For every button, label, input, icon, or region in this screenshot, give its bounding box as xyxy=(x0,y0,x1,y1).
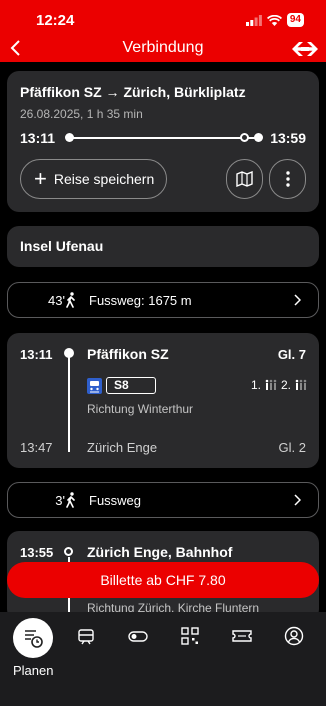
leg-arrival-platform: Gl. 2 xyxy=(278,440,306,455)
leg-from-station: Zürich Enge, Bahnhof xyxy=(87,544,233,560)
chevron-right-icon xyxy=(294,494,301,506)
tab-bar: Planen xyxy=(0,612,326,706)
ticket-icon[interactable] xyxy=(231,625,253,647)
walking-icon xyxy=(66,492,75,508)
arrival-time: 13:59 xyxy=(270,130,306,146)
leg-timeline xyxy=(68,352,70,452)
leg-departure-platform: Gl. 7 xyxy=(277,347,306,362)
timetable-icon xyxy=(25,630,43,648)
sbb-logo-icon xyxy=(292,42,318,56)
train-icon xyxy=(87,378,102,394)
buy-ticket-button[interactable]: Billette ab CHF 7.80 xyxy=(7,562,319,598)
leg-departure-time: 13:55 xyxy=(20,545,54,560)
occupancy-icon xyxy=(265,379,277,390)
occupancy-icon xyxy=(295,379,307,390)
map-icon xyxy=(235,171,253,187)
wifi-icon xyxy=(266,14,282,26)
timeline-stop-dot xyxy=(240,133,249,142)
more-vertical-icon xyxy=(285,171,290,187)
leg-start-dot xyxy=(64,547,73,556)
walking-icon xyxy=(66,292,75,308)
departure-time: 13:11 xyxy=(20,130,56,146)
walk-segment-2[interactable]: 3' Fussweg xyxy=(7,482,319,518)
line-badge: S8 xyxy=(106,377,156,394)
qr-code-icon[interactable] xyxy=(179,625,201,647)
timeline-bar xyxy=(70,137,259,139)
timeline-start-dot xyxy=(65,133,74,142)
tab-planen[interactable] xyxy=(13,618,53,658)
map-button[interactable] xyxy=(226,159,263,199)
leg-departure-time: 13:11 xyxy=(20,347,53,362)
connection-summary-card: Pfäffikon SZ → Zürich, Bürkliplatz 26.08… xyxy=(7,71,319,212)
status-bar: 12:24 94 xyxy=(0,0,326,36)
route-title: Pfäffikon SZ → Zürich, Bürkliplatz xyxy=(20,84,246,100)
walk-description: Fussweg xyxy=(89,493,142,508)
second-class-label: 2. xyxy=(280,378,291,392)
tab-planen-label: Planen xyxy=(13,663,54,678)
plus-icon: + xyxy=(34,166,47,191)
leg-start-dot xyxy=(64,348,74,358)
status-icons: 94 xyxy=(245,13,304,27)
nav-bar: Verbindung xyxy=(0,36,326,62)
page-title: Verbindung xyxy=(122,39,204,56)
leg-direction: Richtung Winterthur xyxy=(87,402,194,416)
train-station-icon[interactable] xyxy=(75,625,97,647)
signal-icon xyxy=(245,14,262,26)
first-class-label: 1. xyxy=(250,378,261,392)
walk-description: Fussweg: 1675 m xyxy=(89,293,192,308)
profile-icon[interactable] xyxy=(283,625,305,647)
status-time: 12:24 xyxy=(36,12,75,29)
origin-stop-title: Insel Ufenau xyxy=(20,238,104,254)
timeline-end-dot xyxy=(254,133,263,142)
train-leg-card[interactable]: 13:11 Pfäffikon SZ Gl. 7 S8 1. 2. Richtu… xyxy=(7,333,319,468)
route-meta: 26.08.2025, 1 h 35 min xyxy=(20,107,143,121)
leg-to-station: Zürich Enge xyxy=(87,440,158,455)
leg-arrival-time: 13:47 xyxy=(20,440,53,455)
origin-stop-card: Insel Ufenau xyxy=(7,226,319,267)
save-journey-button[interactable]: + Reise speichern xyxy=(20,159,167,199)
occupancy-info: 1. 2. xyxy=(251,378,307,392)
chevron-right-icon xyxy=(294,294,301,306)
walk-minutes: 43' xyxy=(48,293,65,308)
save-journey-label: Reise speichern xyxy=(53,171,155,187)
walk-segment-1[interactable]: 43' Fussweg: 1675 m xyxy=(7,282,319,318)
toggle-icon[interactable] xyxy=(127,625,149,647)
battery-indicator: 94 xyxy=(286,13,304,27)
more-options-button[interactable] xyxy=(269,159,306,199)
leg-from-station: Pfäffikon SZ xyxy=(87,346,169,362)
